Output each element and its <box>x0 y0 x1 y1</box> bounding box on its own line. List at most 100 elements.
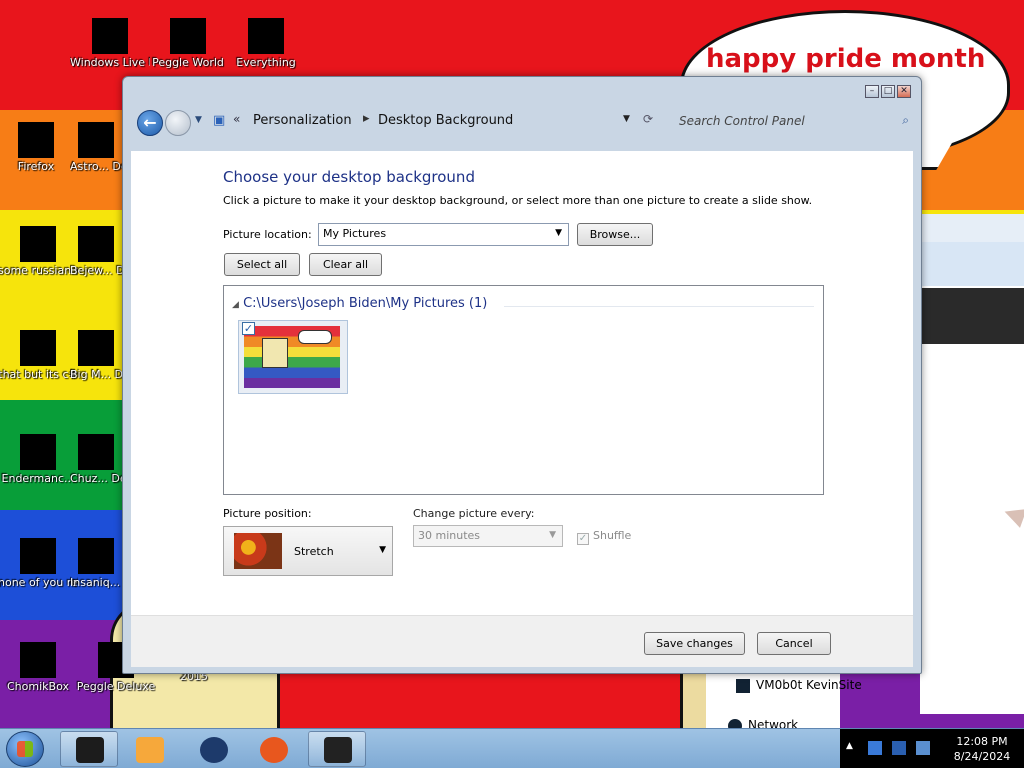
start-button[interactable] <box>6 731 44 767</box>
search-icon[interactable]: ⌕ <box>902 113 909 128</box>
desktop-icon-insaniquarium[interactable]: Insaniq... Delu... <box>70 538 122 590</box>
app-icon <box>20 538 56 574</box>
cancel-button[interactable]: Cancel <box>757 632 831 655</box>
firefox-icon <box>260 737 288 763</box>
picture-position-label: Picture position: <box>223 507 312 520</box>
explorer-icon <box>76 737 104 763</box>
breadcrumb-separator-icon[interactable]: ▸ <box>363 111 370 126</box>
app-icon <box>20 434 56 470</box>
position-preview-image <box>234 533 282 569</box>
content-pane: Choose your desktop background Click a p… <box>131 151 913 667</box>
network-tray-icon[interactable] <box>892 741 906 755</box>
desktop-background-window: – □ ✕ ← ▼ ▣ « Personalization ▸ Desktop … <box>122 76 922 674</box>
network-icon <box>728 718 742 728</box>
footer-bar: Save changes Cancel <box>131 615 913 667</box>
address-bar: ← ▼ ▣ « Personalization ▸ Desktop Backgr… <box>131 105 915 147</box>
desktop-icon-russian-rat[interactable]: some russian ran a rat <box>0 226 78 278</box>
window-controls: – □ ✕ <box>865 85 911 98</box>
taskbar: ▲ 12:08 PM 8/24/2024 <box>0 728 1024 768</box>
app-icon <box>20 642 56 678</box>
desktop-icon-big-money[interactable]: Big M... Delu... <box>70 330 122 382</box>
app-icon <box>170 18 206 54</box>
clear-all-button[interactable]: Clear all <box>309 253 382 276</box>
globe-icon <box>200 737 228 763</box>
breadcrumb-desktop-background[interactable]: Desktop Background <box>378 113 513 128</box>
taskbar-item-explorer[interactable] <box>60 731 118 767</box>
desktop-icon-firefox[interactable]: Firefox <box>0 122 76 174</box>
checkbox-icon: ✓ <box>577 533 589 545</box>
browse-button[interactable]: Browse... <box>577 223 653 246</box>
address-dropdown-icon[interactable]: ▼ <box>623 114 630 124</box>
side-item-kevinsite[interactable]: VM0b0t KevinSite <box>736 678 862 693</box>
back-button[interactable]: ← <box>137 110 163 136</box>
save-changes-button[interactable]: Save changes <box>644 632 745 655</box>
media-player-icon <box>136 737 164 763</box>
desktop-icon-peggle-world[interactable]: Peggle World <box>148 18 228 70</box>
dropdown-arrow-icon: ▼ <box>549 530 556 540</box>
search-box: ⌕ <box>671 109 913 133</box>
app-icon <box>78 538 114 574</box>
refresh-icon[interactable]: ⟳ <box>643 112 653 126</box>
system-tray: ▲ <box>840 729 940 768</box>
forward-button[interactable] <box>165 110 191 136</box>
breadcrumb-overflow-icon[interactable]: « <box>233 112 240 126</box>
minimize-button[interactable]: – <box>865 85 879 98</box>
volume-icon[interactable] <box>916 741 930 755</box>
app-icon <box>78 330 114 366</box>
taskbar-item-control-panel[interactable] <box>308 731 366 767</box>
desktop-icon-endermanch[interactable]: Endermanc... <box>0 434 78 486</box>
taskbar-item-globe[interactable] <box>184 731 242 767</box>
app-icon <box>78 122 114 158</box>
recent-pages-dropdown-icon[interactable]: ▼ <box>195 115 202 125</box>
dropdown-arrow-icon: ▼ <box>555 228 562 238</box>
app-icon <box>18 122 54 158</box>
page-title: Choose your desktop background <box>223 168 475 186</box>
shuffle-checkbox[interactable]: ✓ Shuffle <box>577 529 631 545</box>
app-icon <box>92 18 128 54</box>
collapse-icon[interactable]: ◢ <box>232 300 239 310</box>
desktop-icon-c-sharp[interactable]: that but its c# <box>0 330 78 382</box>
speech-bubble-text: happy pride month <box>706 44 986 74</box>
app-icon <box>78 226 114 262</box>
folder-icon <box>736 678 750 693</box>
show-hidden-icons-icon[interactable]: ▲ <box>846 741 860 755</box>
thumbnail-image <box>244 326 340 388</box>
control-panel-icon: ▣ <box>213 113 226 128</box>
change-picture-select[interactable]: 30 minutes ▼ <box>413 525 563 547</box>
app-icon <box>20 330 56 366</box>
taskbar-item-media[interactable] <box>120 731 178 767</box>
taskbar-item-firefox[interactable] <box>244 731 302 767</box>
picture-position-select[interactable]: Stretch ▼ <box>223 526 393 576</box>
change-picture-label: Change picture every: <box>413 507 535 520</box>
tray-app-icon[interactable] <box>868 741 882 755</box>
clock-date: 8/24/2024 <box>953 750 1011 763</box>
select-all-button[interactable]: Select all <box>224 253 300 276</box>
app-icon <box>78 434 114 470</box>
desktop-icon-none-of-you[interactable]: none of you retards kno... <box>0 538 78 590</box>
picture-location-select[interactable]: My Pictures ▼ <box>318 223 569 246</box>
side-item-network[interactable]: Network <box>728 718 798 728</box>
picture-list[interactable]: ◢ C:\Users\Joseph Biden\My Pictures (1) … <box>223 285 824 495</box>
thumbnail-checkbox[interactable]: ✓ <box>242 322 255 335</box>
dropdown-arrow-icon: ▼ <box>379 545 386 555</box>
app-icon <box>20 226 56 262</box>
clock[interactable]: 12:08 PM 8/24/2024 <box>940 729 1024 768</box>
picture-thumbnail[interactable]: ✓ <box>238 320 348 394</box>
group-header[interactable]: ◢ C:\Users\Joseph Biden\My Pictures (1) <box>232 296 487 311</box>
desktop-icon-windows-live[interactable]: Windows Live Ma... <box>70 18 150 70</box>
clock-time: 12:08 PM <box>956 735 1008 748</box>
monitor-icon <box>324 737 352 763</box>
desktop-icon-everything[interactable]: Everything <box>226 18 306 70</box>
search-input[interactable] <box>671 109 913 133</box>
breadcrumb-personalization[interactable]: Personalization <box>253 113 352 128</box>
close-button[interactable]: ✕ <box>897 85 911 98</box>
picture-location-label: Picture location: <box>223 228 312 241</box>
desktop-icon-bejeweled[interactable]: Bejew... Delu... <box>70 226 122 278</box>
windows-logo-icon <box>17 741 33 757</box>
desktop-icon-chomikbox[interactable]: ChomikBox <box>0 642 78 694</box>
group-divider <box>504 306 814 307</box>
maximize-button[interactable]: □ <box>881 85 895 98</box>
app-icon <box>248 18 284 54</box>
desktop-icon-astro[interactable]: Astro... Delu... <box>70 122 122 174</box>
desktop-icon-chuzzle[interactable]: Chuz... Delu... <box>70 434 122 486</box>
